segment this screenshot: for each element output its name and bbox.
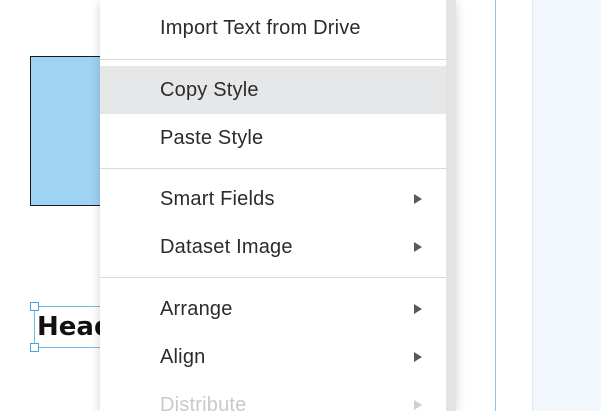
panel-gutter <box>496 0 532 411</box>
menu-item-label: Distribute <box>160 393 247 411</box>
menu-item-distribute: Distribute <box>100 381 446 411</box>
menu-item-arrange[interactable]: Arrange <box>100 285 446 333</box>
chevron-right-icon <box>414 304 422 314</box>
menu-item-label: Align <box>160 345 206 368</box>
menu-item-copy-style[interactable]: Copy Style <box>100 66 446 114</box>
resize-handle-top-left[interactable] <box>30 302 39 311</box>
chevron-right-icon <box>414 242 422 252</box>
menu-item-label: Dataset Image <box>160 235 293 258</box>
chevron-right-icon <box>414 194 422 204</box>
menu-separator <box>100 59 446 60</box>
resize-handle-bottom-left[interactable] <box>30 343 39 352</box>
menu-item-import-text-from-drive[interactable]: Import Text from Drive <box>100 4 446 52</box>
menu-item-label: Import Text from Drive <box>160 16 361 39</box>
menu-item-align[interactable]: Align <box>100 333 446 381</box>
menu-item-label: Smart Fields <box>160 187 275 210</box>
menu-item-label: Paste Style <box>160 126 264 149</box>
menu-item-paste-style[interactable]: Paste Style <box>100 114 446 162</box>
rectangle-shape[interactable] <box>30 56 110 206</box>
menu-item-dataset-image[interactable]: Dataset Image <box>100 223 446 271</box>
menu-scrollbar[interactable] <box>446 0 456 411</box>
chevron-right-icon <box>414 352 422 362</box>
menu-item-label: Arrange <box>160 297 233 320</box>
menu-separator <box>100 168 446 169</box>
context-menu: Import Text from Drive Copy Style Paste … <box>100 0 456 411</box>
right-side-panel <box>532 0 601 411</box>
menu-item-label: Copy Style <box>160 78 259 101</box>
menu-separator <box>100 277 446 278</box>
chevron-right-icon <box>414 400 422 410</box>
menu-item-smart-fields[interactable]: Smart Fields <box>100 175 446 223</box>
